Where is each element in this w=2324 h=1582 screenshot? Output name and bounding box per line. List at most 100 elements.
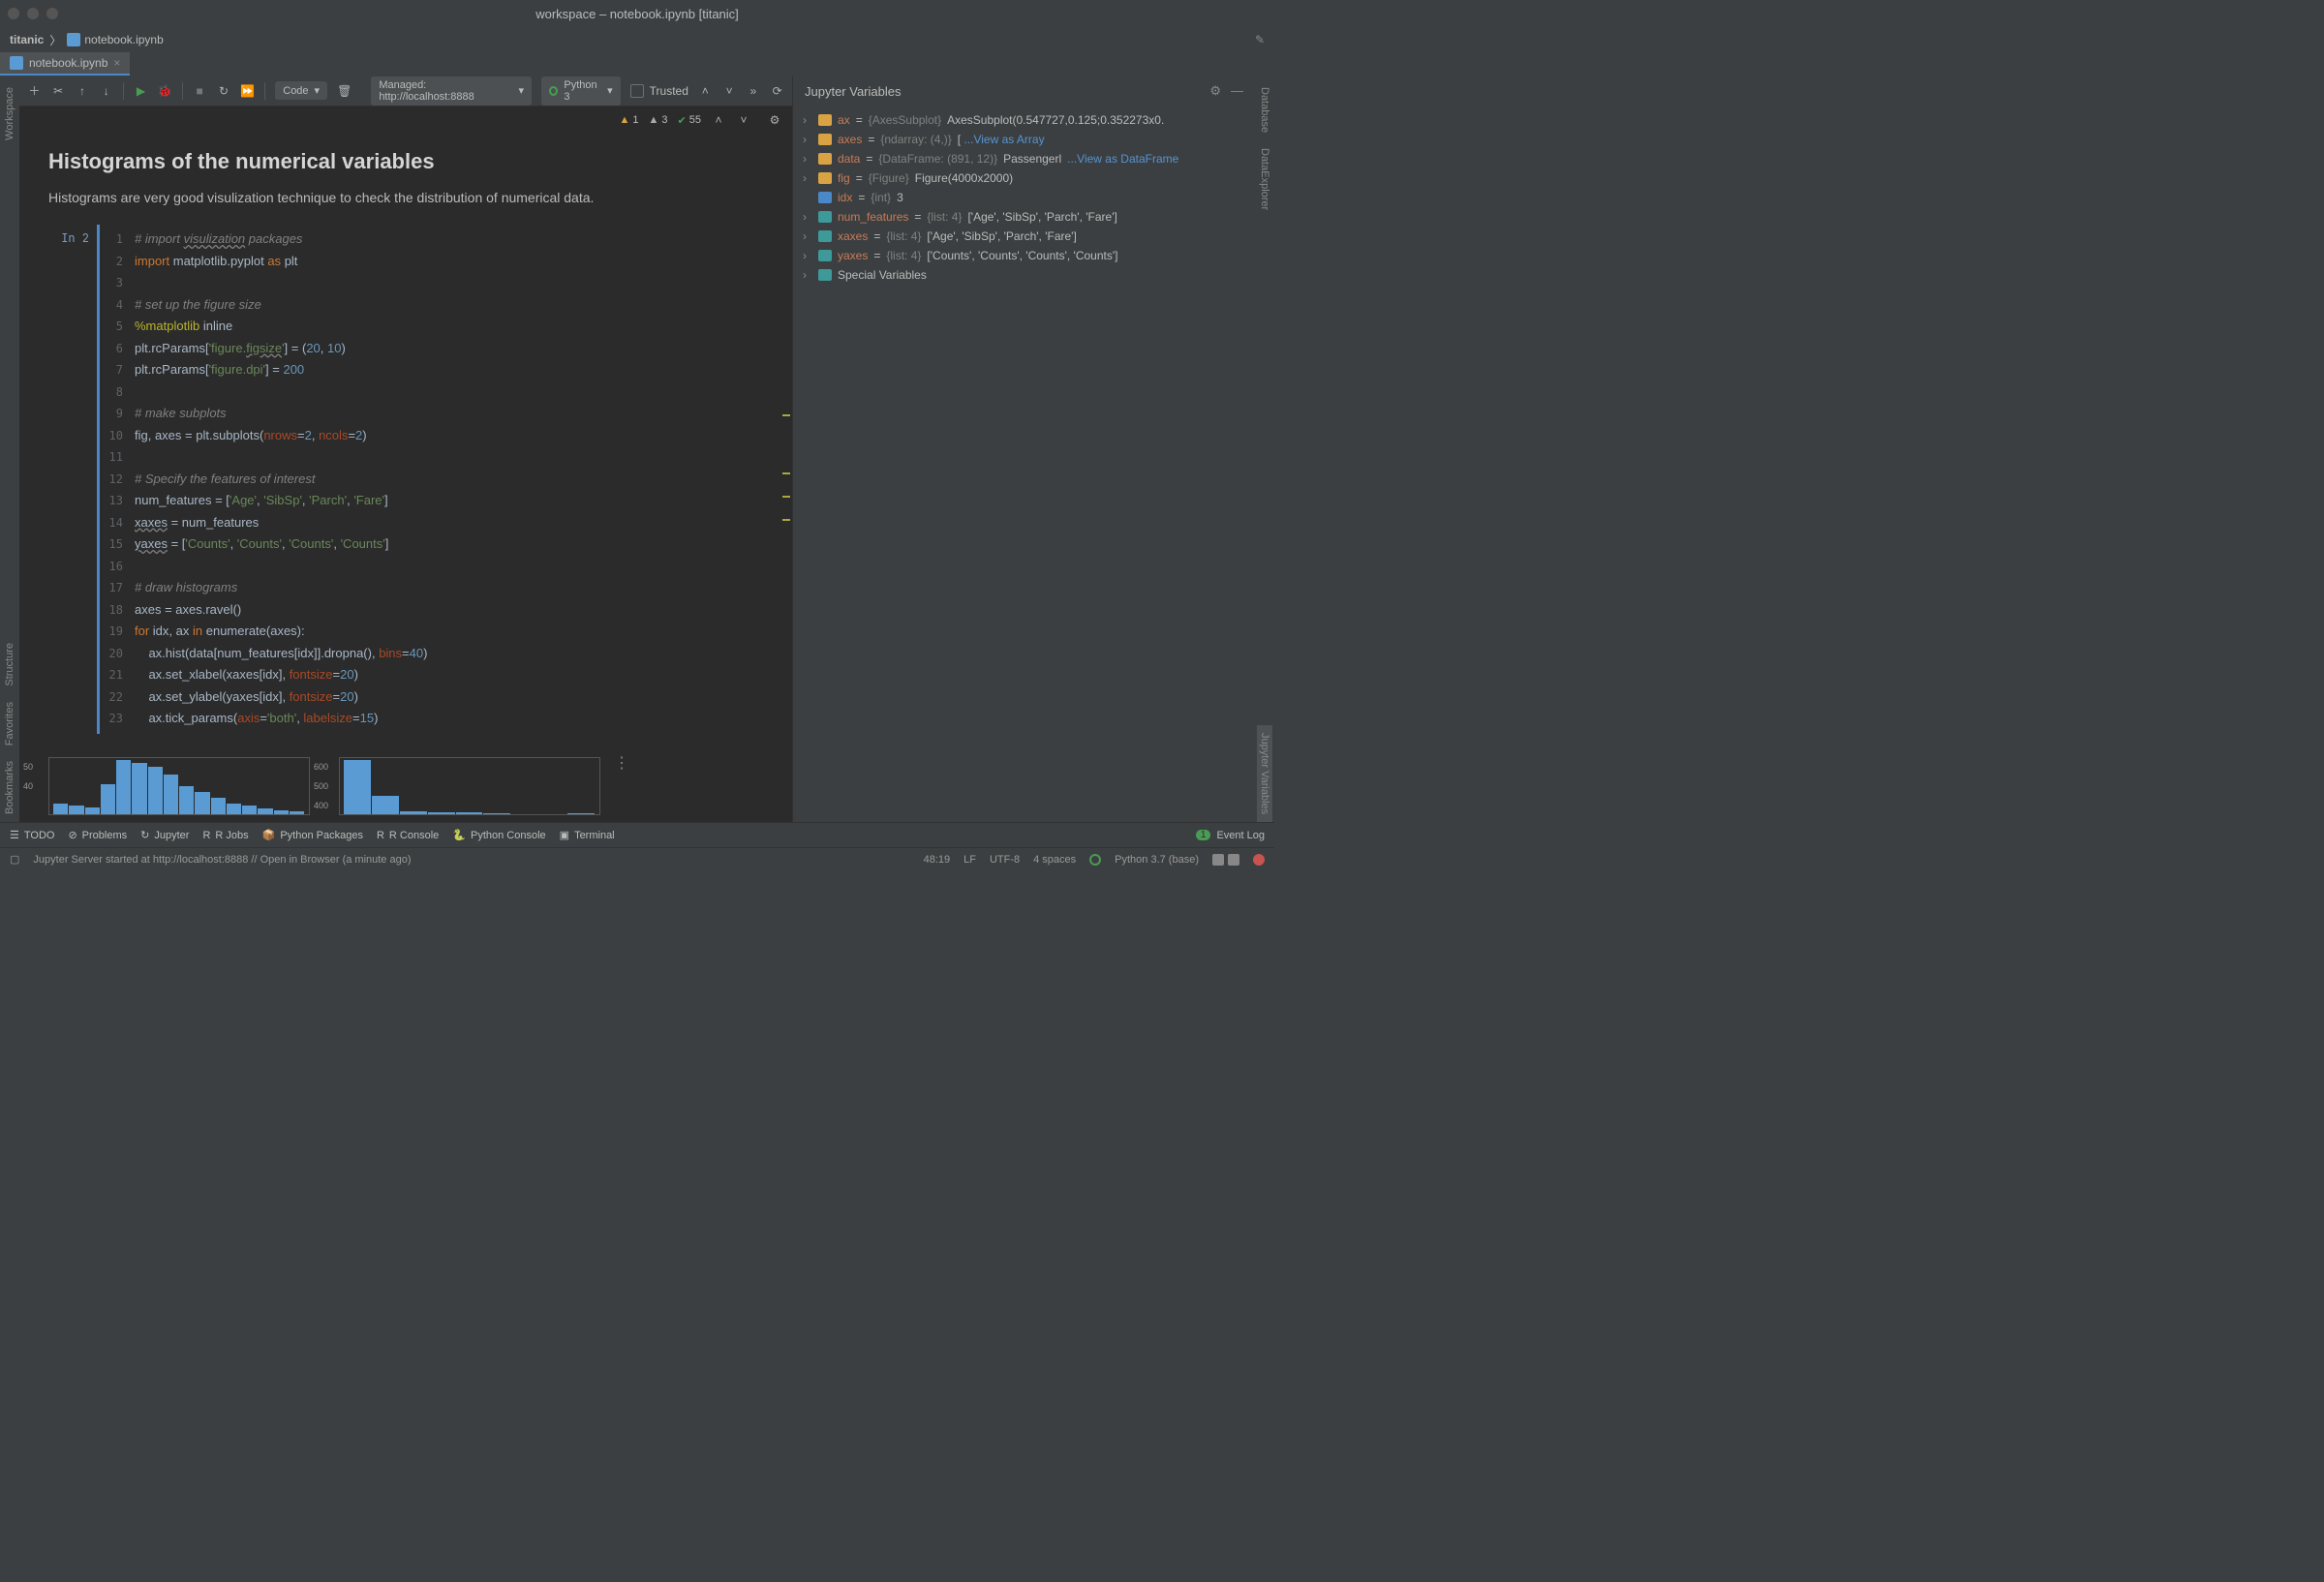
chart-1: 5040 <box>48 757 310 815</box>
inspection-warning[interactable]: ▲1 <box>620 114 639 126</box>
tool-structure[interactable]: Structure <box>2 635 17 694</box>
interpreter-status-icon <box>1089 854 1101 866</box>
notebook-toolbar: ＋ ✂ ↑ ↓ ▶ 🐞 ■ ↻ ⏩ Code▾ 🗑 Managed: http:… <box>19 76 792 106</box>
warning-icon: ▲ <box>620 114 630 126</box>
line-gutter: 1234567891011121314151617181920212223 <box>104 225 129 730</box>
variable-row[interactable]: › num_features = {list: 4} ['Age', 'SibS… <box>793 207 1255 227</box>
add-cell-icon[interactable]: ＋ <box>27 83 42 99</box>
tool-problems[interactable]: ⊘ Problems <box>68 829 127 841</box>
status-interpreter[interactable]: Python 3.7 (base) <box>1115 854 1199 866</box>
editor-tabs: notebook.ipynb × <box>0 52 1274 76</box>
server-dropdown[interactable]: Managed: http://localhost:8888▾ <box>371 76 532 106</box>
move-down-icon[interactable]: ↓ <box>99 83 113 99</box>
editor-area: ＋ ✂ ↑ ↓ ▶ 🐞 ■ ↻ ⏩ Code▾ 🗑 Managed: http:… <box>19 76 792 822</box>
inspection-weak-warning[interactable]: ▲3 <box>649 114 668 126</box>
tool-dataexplorer[interactable]: DataExplorer <box>1257 140 1272 218</box>
status-indent[interactable]: 4 spaces <box>1033 854 1076 866</box>
variables-title: Jupyter Variables <box>805 84 901 99</box>
nav-up-icon[interactable]: ˄ <box>698 83 713 99</box>
variable-row[interactable]: › Special Variables <box>793 265 1255 285</box>
chevron-down-icon: ▾ <box>519 84 525 97</box>
sync-icon[interactable]: ⟳ <box>770 83 784 99</box>
edit-icon[interactable]: ✎ <box>1255 33 1265 46</box>
variable-row[interactable]: › yaxes = {list: 4} ['Counts', 'Counts',… <box>793 246 1255 265</box>
expand-up-icon[interactable]: ˄ <box>711 112 726 128</box>
move-up-icon[interactable]: ↑ <box>76 83 90 99</box>
cell-prompt: In 2 <box>48 225 97 734</box>
expand-down-icon[interactable]: ˅ <box>736 112 751 128</box>
minimize-window[interactable] <box>27 8 39 19</box>
tool-todo[interactable]: ☰ TODO <box>10 829 54 841</box>
checkmark-icon: ✔ <box>678 114 687 127</box>
notebook-icon <box>10 56 23 70</box>
variable-row[interactable]: › ax = {AxesSubplot} AxesSubplot(0.54772… <box>793 110 1255 130</box>
status-error-icon[interactable] <box>1253 854 1265 866</box>
code-content[interactable]: # import visulization packagesimport mat… <box>135 225 763 734</box>
tool-favorites[interactable]: Favorites <box>2 694 17 753</box>
gear-icon[interactable]: ⚙ <box>1209 83 1221 99</box>
minimize-panel-icon[interactable]: — <box>1231 83 1243 99</box>
cell-type-dropdown[interactable]: Code▾ <box>275 81 327 100</box>
variable-row[interactable]: › fig = {Figure} Figure(4000x2000) <box>793 168 1255 188</box>
debug-icon[interactable]: 🐞 <box>158 83 172 99</box>
lock-icon <box>1228 854 1239 866</box>
variable-row[interactable]: › xaxes = {list: 4} ['Age', 'SibSp', 'Pa… <box>793 227 1255 246</box>
delete-icon[interactable]: 🗑 <box>337 83 352 99</box>
left-toolwindow-bar: Workspace Structure Favorites Bookmarks <box>0 76 19 822</box>
more-icon[interactable]: » <box>746 83 760 99</box>
tool-bookmarks[interactable]: Bookmarks <box>2 753 17 822</box>
kernel-status-icon <box>549 86 558 96</box>
scroll-markers <box>780 192 792 695</box>
code-cell[interactable]: In 2 12345678910111213141516171819202122… <box>48 225 763 734</box>
breadcrumb-file[interactable]: notebook.ipynb <box>67 33 163 46</box>
event-count-badge: 1 <box>1196 830 1211 840</box>
tool-terminal[interactable]: ▣ Terminal <box>560 829 615 841</box>
variable-row[interactable]: › data = {DataFrame: (891, 12)} Passenge… <box>793 149 1255 168</box>
tool-r-console[interactable]: R R Console <box>377 830 439 841</box>
tool-jupyter[interactable]: ↻ Jupyter <box>140 829 189 841</box>
gear-icon[interactable]: ⚙ <box>767 112 782 128</box>
tool-database[interactable]: Database <box>1257 79 1272 140</box>
status-message: Jupyter Server started at http://localho… <box>33 854 411 866</box>
stop-icon[interactable]: ■ <box>193 83 207 99</box>
restart-icon[interactable]: ↻ <box>217 83 231 99</box>
status-line-sep[interactable]: LF <box>963 854 976 866</box>
output-more-icon[interactable]: ⋮ <box>614 753 629 773</box>
run-all-icon[interactable]: ⏩ <box>240 83 255 99</box>
tab-notebook[interactable]: notebook.ipynb × <box>0 52 130 76</box>
cell-output: ˅ 5040 600500400 ⋮ <box>48 757 763 815</box>
kernel-dropdown[interactable]: Python 3▾ <box>541 76 621 106</box>
close-window[interactable] <box>8 8 19 19</box>
tool-python-packages[interactable]: 📦 Python Packages <box>262 829 363 841</box>
notebook-content[interactable]: Histograms of the numerical variables Hi… <box>19 134 792 822</box>
jupyter-variables-panel: Jupyter Variables ⚙ — › ax = {AxesSubplo… <box>792 76 1255 822</box>
markdown-paragraph: Histograms are very good visulization te… <box>48 190 763 205</box>
tool-python-console[interactable]: 🐍 Python Console <box>452 829 545 841</box>
tool-rjobs[interactable]: R R Jobs <box>202 830 248 841</box>
markdown-cell[interactable]: Histograms of the numerical variables Hi… <box>48 149 763 205</box>
status-caret-pos[interactable]: 48:19 <box>924 854 951 866</box>
checkbox-icon <box>630 84 644 98</box>
status-encoding[interactable]: UTF-8 <box>990 854 1020 866</box>
trusted-checkbox[interactable]: Trusted <box>630 84 688 98</box>
tool-event-log[interactable]: Event Log <box>1216 830 1265 841</box>
variable-row[interactable]: › axes = {ndarray: (4,)} [ ...View as Ar… <box>793 130 1255 149</box>
close-tab-icon[interactable]: × <box>113 56 120 70</box>
cut-icon[interactable]: ✂ <box>51 83 66 99</box>
maximize-window[interactable] <box>46 8 58 19</box>
inspection-pass[interactable]: ✔55 <box>678 114 701 127</box>
status-lock-icons[interactable] <box>1212 854 1239 866</box>
status-window-icon[interactable]: ▢ <box>10 853 19 866</box>
nav-down-icon[interactable]: ˅ <box>722 83 737 99</box>
weak-warning-icon: ▲ <box>649 114 659 126</box>
run-icon[interactable]: ▶ <box>134 83 148 99</box>
tool-workspace[interactable]: Workspace <box>2 79 17 148</box>
tool-jupyter-variables[interactable]: Jupyter Variables <box>1257 725 1272 822</box>
tab-label: notebook.ipynb <box>29 56 107 70</box>
variable-row[interactable]: idx = {int} 3 <box>793 188 1255 207</box>
titlebar: workspace – notebook.ipynb [titanic] <box>0 0 1274 27</box>
breadcrumb-project[interactable]: titanic <box>10 33 44 46</box>
chart-2-yticks: 600500400 <box>314 757 328 815</box>
markdown-heading: Histograms of the numerical variables <box>48 149 763 174</box>
chevron-down-icon: ▾ <box>607 84 613 97</box>
